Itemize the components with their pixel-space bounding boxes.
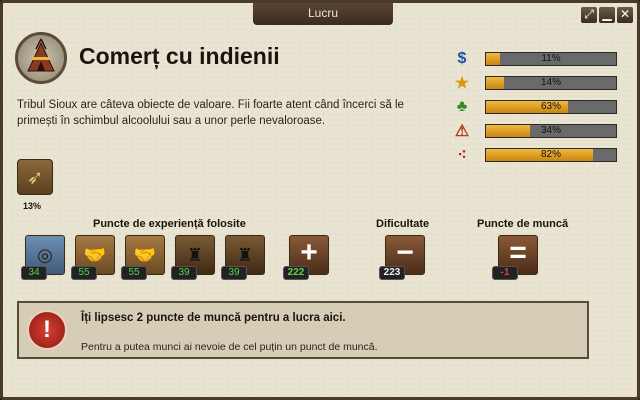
- skill-tile[interactable]: ♜ 39: [221, 235, 265, 280]
- fullscreen-icon[interactable]: ⤢: [581, 7, 597, 23]
- stat-value: 14%: [540, 77, 561, 88]
- alert-title: Îți lipsesc 2 puncte de muncă pentru a l…: [81, 312, 346, 324]
- exclamation-icon: !: [27, 310, 67, 350]
- stat-value: 11%: [541, 53, 561, 64]
- skill-value: 39: [171, 266, 197, 280]
- close-icon[interactable]: ✕: [617, 7, 633, 23]
- skill-value: 55: [121, 266, 147, 280]
- job-window: Lucru ⤢ ▁ ✕ Comerț cu indienii Tribul Si…: [0, 0, 640, 400]
- labor-value: -1: [492, 266, 518, 280]
- alert-box: ! Îți lipsesc 2 puncte de muncă pentru a…: [17, 301, 589, 359]
- stat-row: ♣ 63%: [451, 95, 617, 119]
- product-chance: 13%: [23, 201, 42, 211]
- stat-row: ★ 14%: [451, 71, 617, 95]
- stat-row: ⚠ 34%: [451, 119, 617, 143]
- stat-bar: 34%: [485, 124, 617, 138]
- skill-value: 39: [221, 266, 247, 280]
- stat-bar: 82%: [485, 148, 617, 162]
- stat-value: 82%: [540, 149, 561, 160]
- stat-value: 34%: [540, 125, 561, 136]
- skill-tile[interactable]: 🤝 55: [71, 235, 115, 280]
- difficulty-label: Dificultate: [376, 218, 430, 230]
- stat-row: ⁖ 82%: [451, 143, 617, 167]
- cigar-icon: ➶: [26, 166, 44, 189]
- job-teepee-icon: [15, 32, 67, 84]
- difficulty-minus-button[interactable]: − 223: [379, 235, 425, 280]
- skill-tile[interactable]: ♜ 39: [171, 235, 215, 280]
- skills-label: Puncte de experiență folosite: [93, 218, 246, 230]
- dollar-icon: $: [457, 50, 467, 67]
- product-item[interactable]: ➶: [17, 159, 53, 195]
- blood-drops-icon: ⁖: [457, 147, 467, 164]
- trap-icon: ◎: [37, 244, 53, 265]
- handshake-icon: 🤝: [83, 244, 107, 265]
- job-description: Tribul Sioux are câteva obiecte de valoa…: [17, 99, 404, 127]
- stat-row: $11%: [451, 47, 617, 71]
- skills-total-value: 222: [283, 266, 309, 280]
- job-title: Comerț cu indienii: [79, 43, 280, 69]
- cowboy-icon: ♜: [186, 244, 204, 265]
- warning-icon: ⚠: [454, 123, 470, 140]
- skills-total-plus-button[interactable]: + 222: [283, 235, 329, 280]
- star-icon: ★: [454, 75, 470, 92]
- clover-icon: ♣: [456, 98, 468, 115]
- difficulty-value: 223: [379, 266, 405, 280]
- job-stats: $11% ★ 14% ♣ 63% ⚠ 34% ⁖ 82%: [451, 47, 617, 167]
- alert-text: Pentru a putea munci ai nevoie de cel pu…: [81, 341, 378, 353]
- stat-bar: 14%: [485, 76, 617, 90]
- stat-value: 63%: [540, 101, 561, 112]
- handshake-icon: 🤝: [133, 244, 157, 265]
- labor-label: Puncte de muncă: [477, 218, 569, 230]
- window-title: Lucru: [253, 3, 393, 25]
- cowboy-icon: ♜: [236, 244, 254, 265]
- stat-bar: 11%: [485, 52, 617, 66]
- skill-tile[interactable]: 🤝 55: [121, 235, 165, 280]
- minimize-icon[interactable]: ▁: [599, 7, 615, 23]
- window-controls: ⤢ ▁ ✕: [581, 7, 633, 23]
- skill-value: 34: [21, 266, 47, 280]
- stat-bar: 63%: [485, 100, 617, 114]
- labor-equals-button[interactable]: = -1: [492, 235, 538, 280]
- skill-value: 55: [71, 266, 97, 280]
- skill-tile[interactable]: ◎ 34: [21, 235, 65, 280]
